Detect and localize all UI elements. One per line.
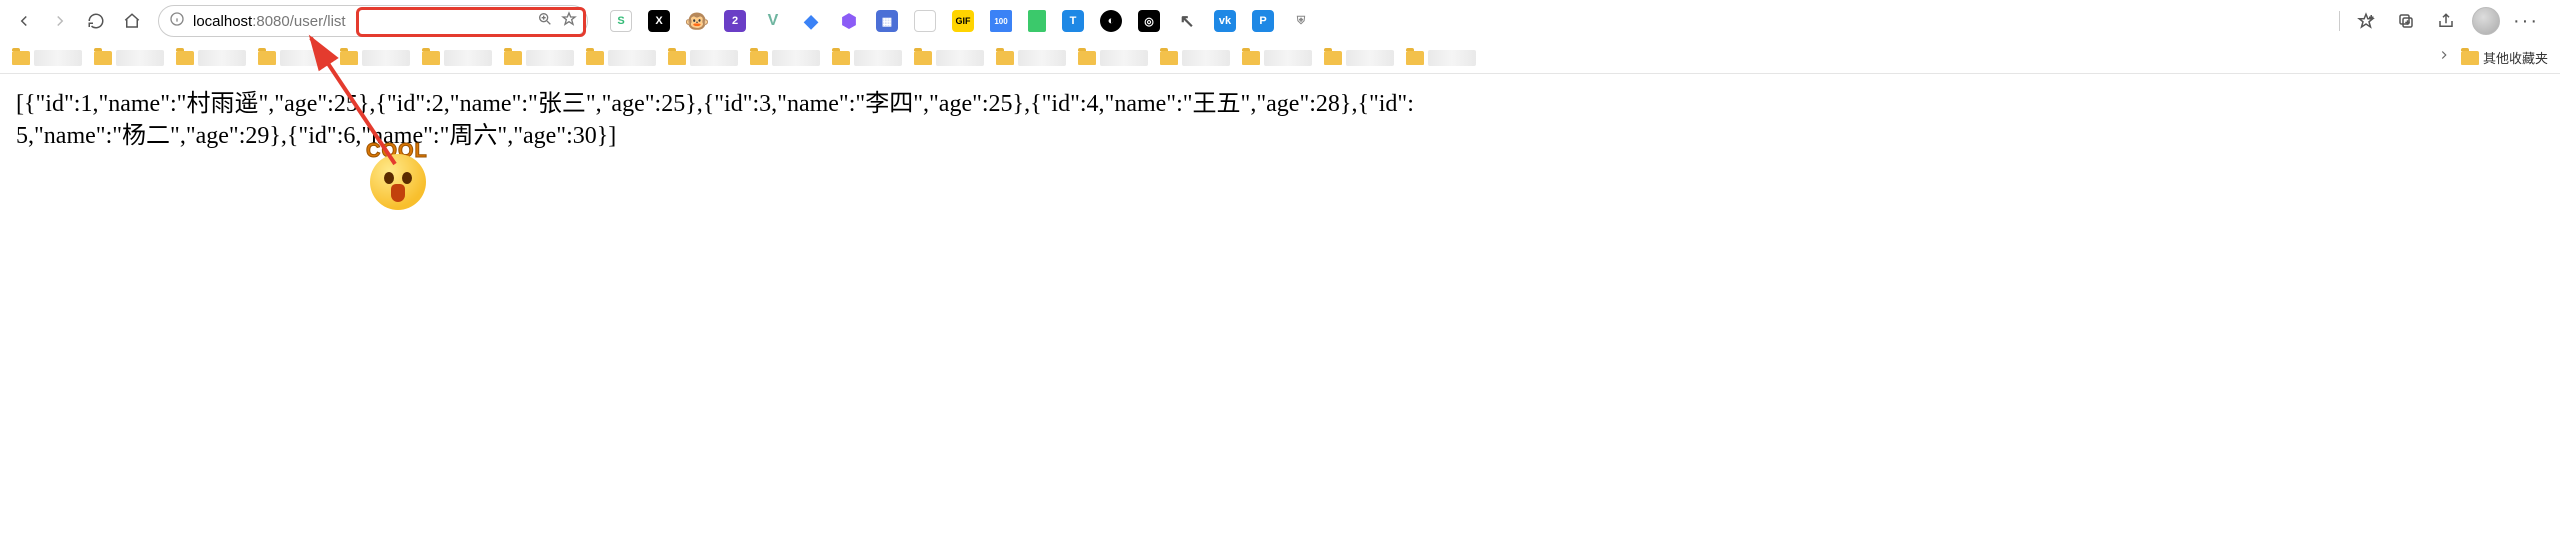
bookmark-item[interactable] <box>1160 50 1230 66</box>
page-body-text: [{"id":1,"name":"村雨遥","age":25},{"id":2,… <box>0 74 1430 167</box>
extension-icon[interactable]: vk <box>1214 10 1236 32</box>
folder-icon <box>1406 51 1424 65</box>
extension-icon[interactable]: ⛨ <box>1290 10 1312 32</box>
bookmark-label-blurred <box>198 50 246 66</box>
favorite-star-icon[interactable] <box>561 11 577 32</box>
bookmark-item[interactable] <box>586 50 656 66</box>
bookmark-item[interactable] <box>176 50 246 66</box>
folder-icon <box>750 51 768 65</box>
bookmark-item[interactable] <box>504 50 574 66</box>
folder-icon <box>1324 51 1342 65</box>
share-icon[interactable] <box>2432 7 2460 35</box>
more-menu-icon[interactable]: ··· <box>2512 7 2540 35</box>
bookmark-item[interactable] <box>94 50 164 66</box>
home-button[interactable] <box>116 5 148 37</box>
refresh-button[interactable] <box>80 5 112 37</box>
extension-icon[interactable]: 🐵 <box>686 10 708 32</box>
forward-button[interactable] <box>44 5 76 37</box>
extension-icons: S X 🐵 2 V ◆ ⬢ ▦ GIF 100 T ◐ ◎ ↖ vk P ⛨ <box>610 10 1312 32</box>
bookmark-label-blurred <box>772 50 820 66</box>
folder-icon <box>2461 51 2479 65</box>
folder-icon <box>1160 51 1178 65</box>
bookmark-item[interactable] <box>996 50 1066 66</box>
extension-icon[interactable]: ▦ <box>876 10 898 32</box>
bookmark-label-blurred <box>608 50 656 66</box>
zoom-icon[interactable] <box>537 11 553 32</box>
bookmarks-overflow-icon[interactable] <box>2437 48 2451 67</box>
bookmark-item[interactable] <box>1078 50 1148 66</box>
bookmark-label-blurred <box>854 50 902 66</box>
url-text: localhost:8080/user/list <box>193 13 529 30</box>
folder-icon <box>340 51 358 65</box>
favorites-icon[interactable] <box>2352 7 2380 35</box>
folder-icon <box>996 51 1014 65</box>
bookmark-label-blurred <box>690 50 738 66</box>
bookmark-item[interactable] <box>258 50 328 66</box>
bookmark-item[interactable] <box>914 50 984 66</box>
folder-icon <box>258 51 276 65</box>
bookmark-item[interactable] <box>750 50 820 66</box>
bookmark-item[interactable] <box>1324 50 1394 66</box>
folder-icon <box>176 51 194 65</box>
extension-icon[interactable]: P <box>1252 10 1274 32</box>
address-bar[interactable]: localhost:8080/user/list <box>158 5 588 37</box>
extension-icon[interactable]: S <box>610 10 632 32</box>
folder-icon <box>12 51 30 65</box>
toolbar-right: ··· <box>2339 7 2552 35</box>
bookmark-item[interactable] <box>832 50 902 66</box>
folder-icon <box>94 51 112 65</box>
extension-icon[interactable]: ↖ <box>1176 10 1198 32</box>
other-bookmarks-button[interactable]: 其他收藏夹 <box>2461 48 2548 67</box>
extension-icon[interactable]: 100 <box>990 10 1012 32</box>
bookmark-label-blurred <box>1264 50 1312 66</box>
bookmark-item[interactable] <box>340 50 410 66</box>
folder-icon <box>586 51 604 65</box>
bookmark-label-blurred <box>1018 50 1066 66</box>
collections-icon[interactable] <box>2392 7 2420 35</box>
bookmark-item[interactable] <box>668 50 738 66</box>
bookmark-label-blurred <box>1346 50 1394 66</box>
bookmark-item[interactable] <box>422 50 492 66</box>
extension-icon[interactable]: ◐ <box>1100 10 1122 32</box>
bookmark-label-blurred <box>444 50 492 66</box>
folder-icon <box>914 51 932 65</box>
bookmark-item[interactable] <box>12 50 82 66</box>
folder-icon <box>668 51 686 65</box>
bookmark-label-blurred <box>34 50 82 66</box>
folder-icon <box>832 51 850 65</box>
profile-avatar[interactable] <box>2472 7 2500 35</box>
separator <box>2339 11 2340 31</box>
extension-icon[interactable]: 2 <box>724 10 746 32</box>
extension-icon[interactable]: ◎ <box>1138 10 1160 32</box>
bookmark-label-blurred <box>936 50 984 66</box>
site-info-icon[interactable] <box>169 11 185 32</box>
back-button[interactable] <box>8 5 40 37</box>
extension-icon[interactable] <box>1028 10 1046 32</box>
folder-icon <box>1078 51 1096 65</box>
extension-icon[interactable]: V <box>762 10 784 32</box>
folder-icon <box>504 51 522 65</box>
other-bookmarks-label: 其他收藏夹 <box>2483 48 2548 67</box>
extension-icon[interactable] <box>914 10 936 32</box>
url-host: localhost <box>193 13 252 30</box>
bookmark-label-blurred <box>362 50 410 66</box>
extension-icon[interactable]: T <box>1062 10 1084 32</box>
browser-toolbar: localhost:8080/user/list S X 🐵 2 V ◆ ⬢ ▦… <box>0 0 2560 42</box>
extension-icon[interactable]: ⬢ <box>838 10 860 32</box>
bookmark-item[interactable] <box>1242 50 1312 66</box>
bookmark-label-blurred <box>116 50 164 66</box>
extension-icon[interactable]: ◆ <box>800 10 822 32</box>
bookmark-label-blurred <box>526 50 574 66</box>
bookmarks-bar: 其他收藏夹 <box>0 42 2560 74</box>
extension-icon[interactable]: GIF <box>952 10 974 32</box>
bookmark-label-blurred <box>280 50 328 66</box>
bookmark-label-blurred <box>1428 50 1476 66</box>
extension-icon[interactable]: X <box>648 10 670 32</box>
bookmark-label-blurred <box>1100 50 1148 66</box>
folder-icon <box>1242 51 1260 65</box>
url-path: :8080/user/list <box>252 13 345 30</box>
bookmark-item[interactable] <box>1406 50 1476 66</box>
folder-icon <box>422 51 440 65</box>
bookmark-label-blurred <box>1182 50 1230 66</box>
